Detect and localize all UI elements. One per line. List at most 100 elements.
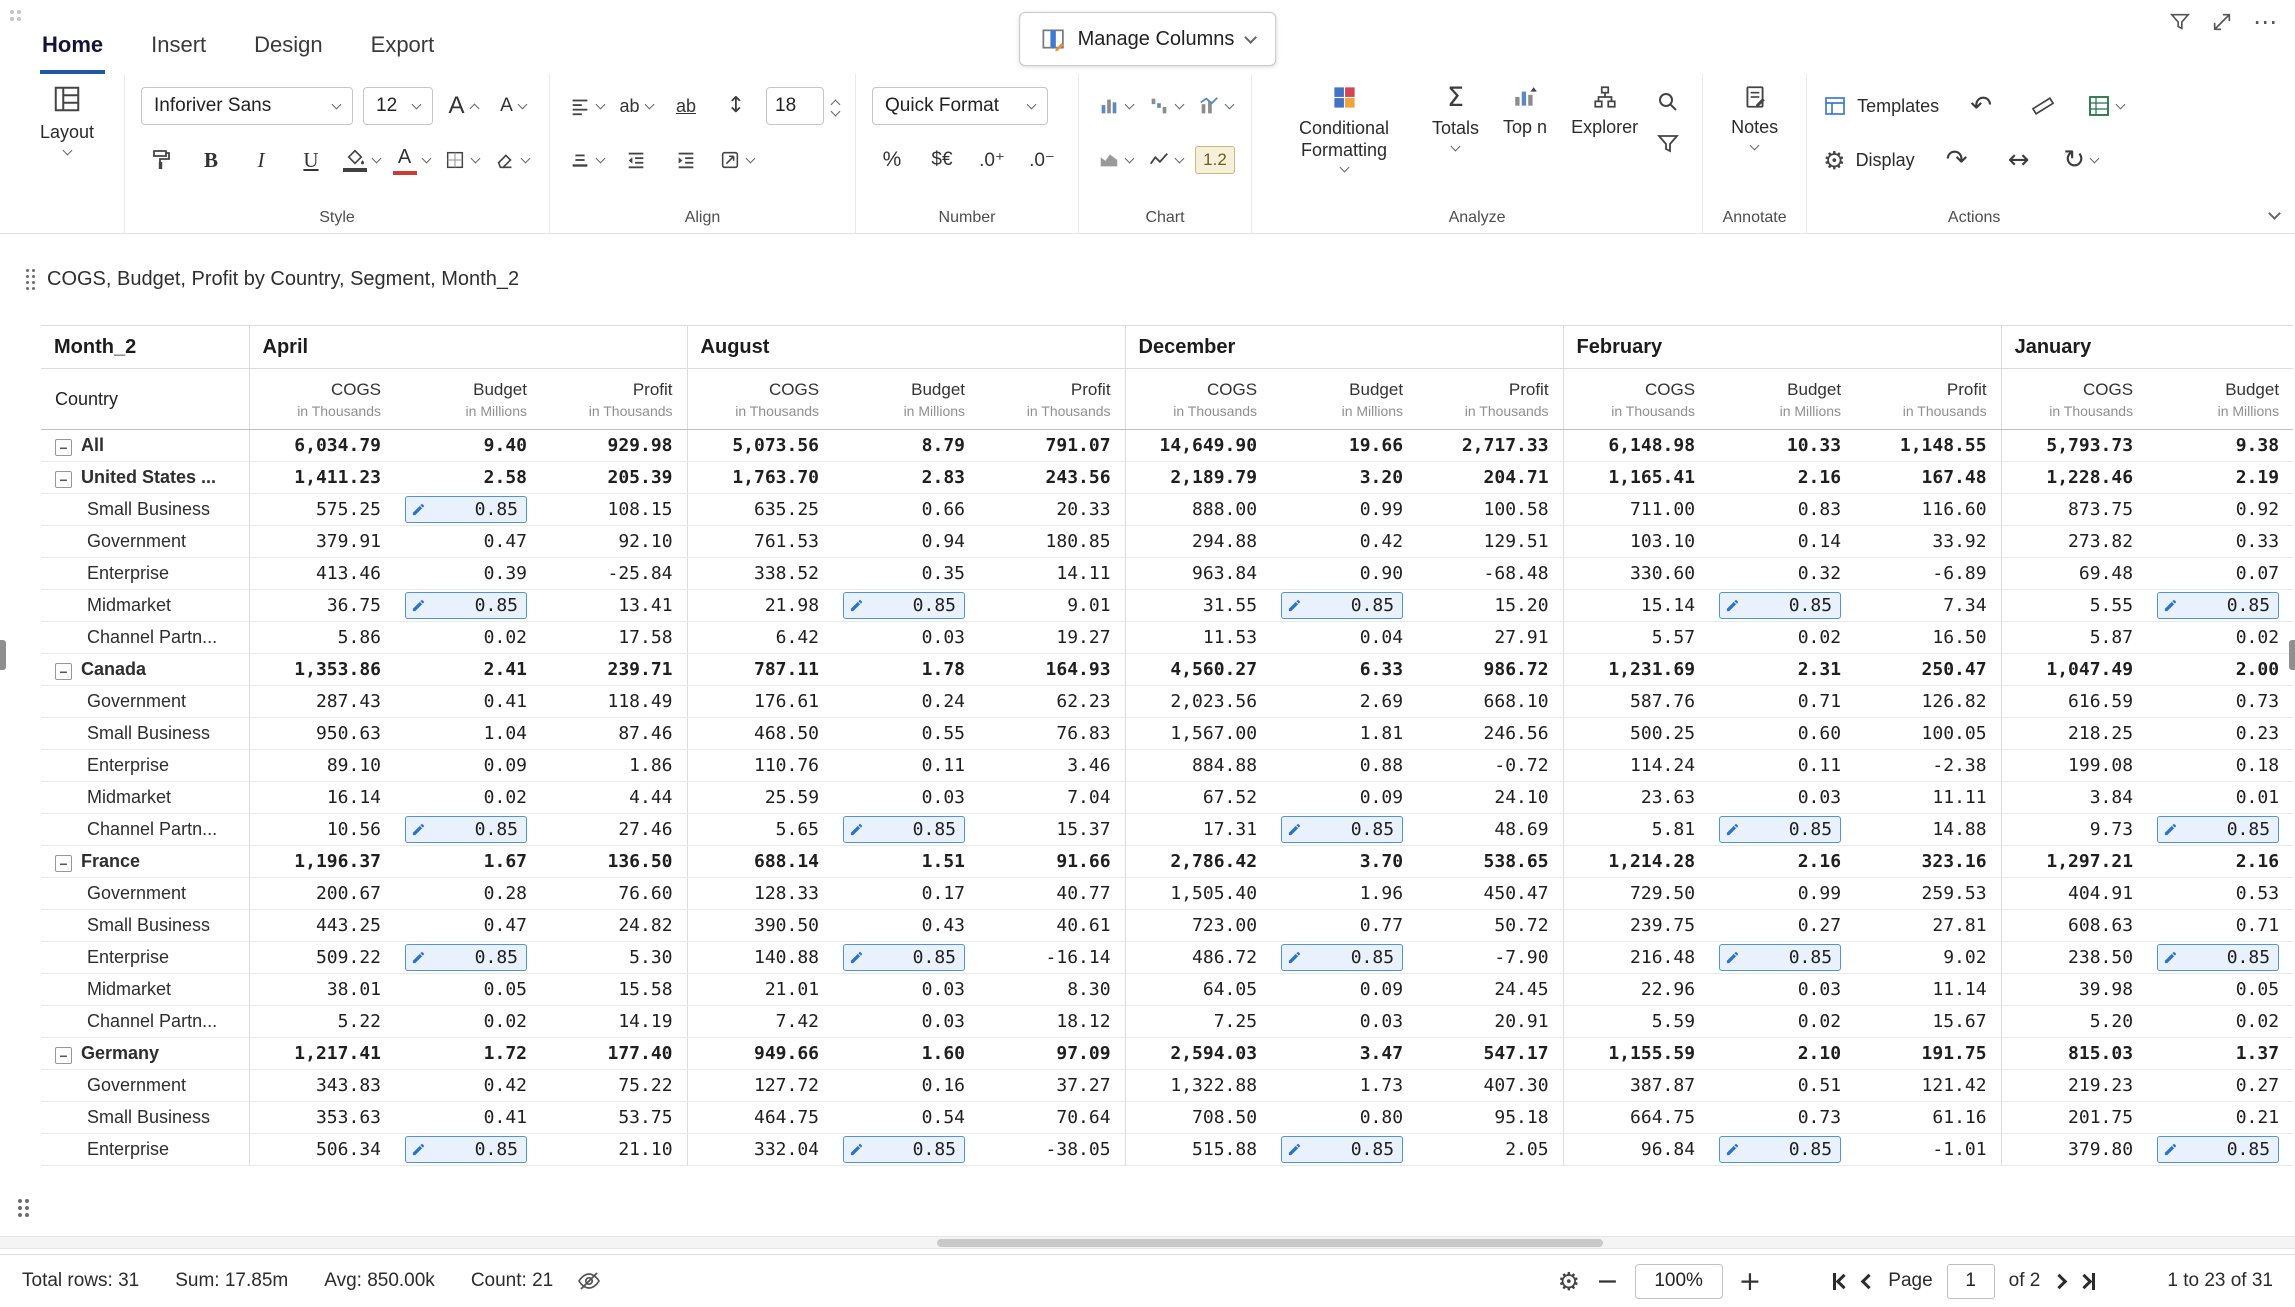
filter-icon[interactable] (2169, 11, 2191, 33)
data-cell[interactable]: 19.27 (979, 622, 1125, 654)
data-cell[interactable]: 0.01 (2147, 782, 2293, 814)
data-cell[interactable]: 0.66 (833, 494, 979, 526)
data-cell[interactable]: 9.38 (2147, 430, 2293, 462)
undo-button[interactable]: ↶ (1961, 85, 2001, 127)
data-cell[interactable]: 16.14 (249, 782, 395, 814)
increase-font-button[interactable]: A (443, 85, 483, 127)
data-cell[interactable]: 338.52 (687, 558, 833, 590)
data-cell[interactable]: 7.34 (1855, 590, 2001, 622)
percent-format-button[interactable]: % (872, 139, 912, 181)
data-cell[interactable]: 40.61 (979, 910, 1125, 942)
collapse-toggle[interactable]: − (55, 1047, 72, 1064)
sparkline-button[interactable] (1145, 139, 1185, 181)
data-cell[interactable]: 239.71 (541, 654, 687, 686)
data-cell[interactable]: 14.11 (979, 558, 1125, 590)
measure-header[interactable]: COGSin Thousands (249, 369, 395, 430)
data-cell[interactable]: 2.16 (2147, 846, 2293, 878)
row-height-stepper[interactable] (832, 97, 839, 115)
data-cell[interactable]: 199.08 (2001, 750, 2147, 782)
data-cell[interactable]: 468.50 (687, 718, 833, 750)
data-cell[interactable]: 6.33 (1271, 654, 1417, 686)
data-cell[interactable]: -7.90 (1417, 942, 1563, 974)
data-cell[interactable]: 0.85 (833, 814, 979, 846)
data-cell[interactable]: 246.56 (1417, 718, 1563, 750)
data-cell[interactable]: 13.41 (541, 590, 687, 622)
data-cell[interactable]: 0.05 (2147, 974, 2293, 1006)
overflow-text-button[interactable]: ab (666, 85, 706, 127)
data-cell[interactable]: 64.05 (1125, 974, 1271, 1006)
data-cell[interactable]: 287.43 (249, 686, 395, 718)
editable-cell[interactable]: 0.85 (1719, 592, 1841, 619)
editable-cell[interactable]: 0.85 (2157, 944, 2279, 971)
data-cell[interactable]: 390.50 (687, 910, 833, 942)
data-cell[interactable]: 587.76 (1563, 686, 1709, 718)
month-header[interactable]: January (2001, 326, 2293, 369)
editable-cell[interactable]: 0.85 (1719, 816, 1841, 843)
wrap-text-button[interactable]: ab (616, 85, 656, 127)
manage-columns-button[interactable]: Manage Columns (1019, 12, 1277, 66)
data-cell[interactable]: 4,560.27 (1125, 654, 1271, 686)
data-cell[interactable]: 11.11 (1855, 782, 2001, 814)
measure-header[interactable]: Budgetin Millions (395, 369, 541, 430)
data-cell[interactable]: 0.02 (1709, 1006, 1855, 1038)
data-cell[interactable]: 0.85 (1271, 1134, 1417, 1166)
data-cell[interactable]: 10.33 (1709, 430, 1855, 462)
data-cell[interactable]: 1.60 (833, 1038, 979, 1070)
quick-format-select[interactable]: Quick Format (872, 87, 1048, 125)
data-cell[interactable]: 294.88 (1125, 526, 1271, 558)
row-label[interactable]: Channel Partn... (41, 622, 249, 654)
data-cell[interactable]: 616.59 (2001, 686, 2147, 718)
display-button[interactable]: ⚙ Display (1823, 148, 1914, 173)
data-cell[interactable]: 201.75 (2001, 1102, 2147, 1134)
data-cell[interactable]: 15.58 (541, 974, 687, 1006)
data-cell[interactable]: 986.72 (1417, 654, 1563, 686)
data-cell[interactable]: 1,165.41 (1563, 462, 1709, 494)
data-cell[interactable]: -6.89 (1855, 558, 2001, 590)
data-cell[interactable]: 0.85 (2147, 942, 2293, 974)
data-cell[interactable]: 36.75 (249, 590, 395, 622)
horizontal-scrollbar[interactable] (0, 1236, 2295, 1249)
data-cell[interactable]: 118.49 (541, 686, 687, 718)
editable-cell[interactable]: 0.85 (843, 1136, 965, 1163)
row-label[interactable]: Government (41, 1070, 249, 1102)
measure-header[interactable]: Profitin Thousands (1855, 369, 2001, 430)
bold-button[interactable]: B (191, 139, 231, 181)
data-cell[interactable]: 2.58 (395, 462, 541, 494)
data-cell[interactable]: 9.73 (2001, 814, 2147, 846)
data-cell[interactable]: 8.30 (979, 974, 1125, 1006)
data-cell[interactable]: 20.91 (1417, 1006, 1563, 1038)
data-cell[interactable]: 11.53 (1125, 622, 1271, 654)
data-cell[interactable]: 2.16 (1709, 462, 1855, 494)
data-cell[interactable]: 177.40 (541, 1038, 687, 1070)
tab-insert[interactable]: Insert (149, 26, 208, 74)
data-cell[interactable]: 0.17 (833, 878, 979, 910)
data-cell[interactable]: 5.86 (249, 622, 395, 654)
row-label[interactable]: −United States ... (41, 462, 249, 494)
waterfall-chart-button[interactable] (1145, 85, 1185, 127)
number-precision-button[interactable]: 1.2 (1195, 139, 1235, 181)
data-cell[interactable]: 87.46 (541, 718, 687, 750)
data-cell[interactable]: 0.85 (395, 1134, 541, 1166)
drag-handle-icon[interactable] (18, 1199, 29, 1217)
data-cell[interactable]: 0.54 (833, 1102, 979, 1134)
data-cell[interactable]: 2,717.33 (1417, 430, 1563, 462)
data-cell[interactable]: 0.41 (395, 1102, 541, 1134)
data-cell[interactable]: 110.76 (687, 750, 833, 782)
tab-home[interactable]: Home (40, 26, 105, 74)
data-cell[interactable]: 95.18 (1417, 1102, 1563, 1134)
country-header[interactable]: Country (41, 369, 249, 430)
data-cell[interactable]: 0.85 (1271, 814, 1417, 846)
row-label[interactable]: −France (41, 846, 249, 878)
row-label[interactable]: Midmarket (41, 590, 249, 622)
data-cell[interactable]: 0.41 (395, 686, 541, 718)
data-cell[interactable]: 888.00 (1125, 494, 1271, 526)
data-cell[interactable]: 0.24 (833, 686, 979, 718)
data-cell[interactable]: 330.60 (1563, 558, 1709, 590)
data-cell[interactable]: 0.85 (395, 942, 541, 974)
data-cell[interactable]: 1,297.21 (2001, 846, 2147, 878)
data-cell[interactable]: 176.61 (687, 686, 833, 718)
data-cell[interactable]: 8.79 (833, 430, 979, 462)
data-cell[interactable]: 1,196.37 (249, 846, 395, 878)
data-cell[interactable]: 0.85 (395, 590, 541, 622)
data-cell[interactable]: 379.91 (249, 526, 395, 558)
